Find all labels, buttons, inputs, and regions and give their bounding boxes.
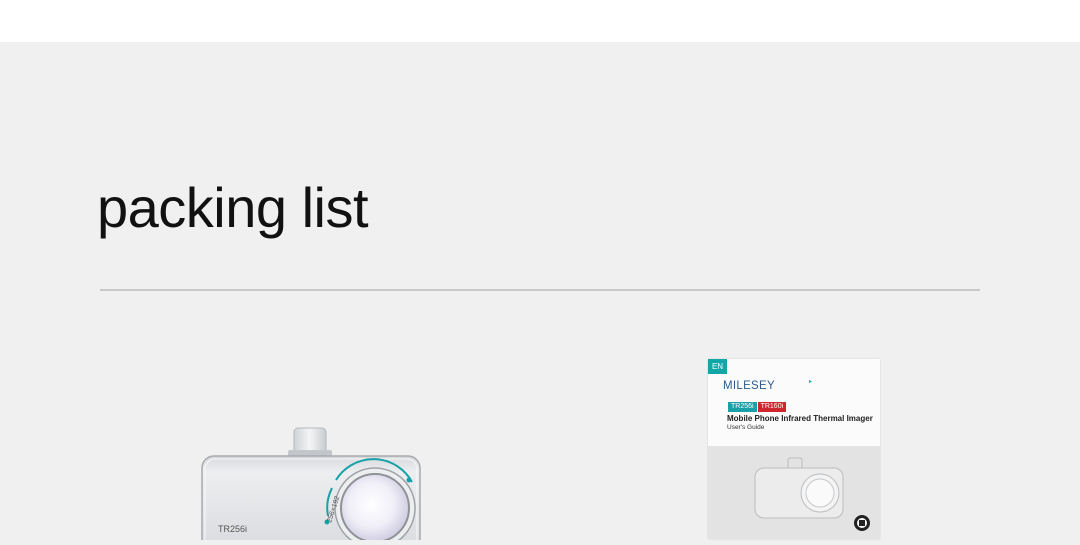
thermal-imager-device-image: 256×192 TR256i — [190, 420, 430, 545]
section-divider — [100, 289, 980, 291]
manual-model-badge: TR160i — [757, 402, 787, 412]
manual-subtitle: User's Guide — [727, 424, 765, 431]
manual-cover-illustration — [708, 446, 880, 539]
manual-model-row: TR256i TR160i — [728, 402, 787, 412]
top-bar — [0, 0, 1080, 42]
device-model-text: TR256i — [218, 524, 247, 534]
lens — [340, 473, 410, 543]
manual-title: Mobile Phone Infrared Thermal Imager — [727, 414, 873, 423]
manual-model-badge: TR256i — [728, 402, 757, 412]
brand-mark-icon: ▸ — [809, 379, 813, 385]
section-title: packing list — [97, 176, 369, 239]
user-manual-image: EN MILESEY ▸ TR256i TR160i Mobile Phone I… — [708, 359, 880, 539]
manual-brand: MILESEY — [723, 380, 775, 392]
language-badge: EN — [708, 359, 727, 374]
